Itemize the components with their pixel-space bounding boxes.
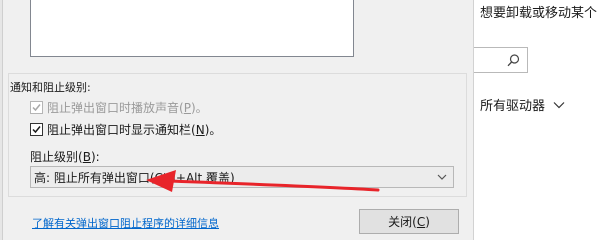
chevron-down-icon bbox=[553, 101, 565, 108]
show-bar-checkbox[interactable] bbox=[30, 122, 43, 136]
search-box[interactable] bbox=[474, 47, 528, 73]
block-level-label: 阻止级别(B): bbox=[30, 150, 100, 164]
dialog-edge bbox=[0, 0, 3, 240]
show-bar-option[interactable]: 阻止弹出窗口时显示通知栏(N)。 bbox=[30, 121, 221, 137]
search-icon[interactable] bbox=[507, 54, 520, 67]
drive-filter-dropdown[interactable]: 所有驱动器 bbox=[480, 95, 565, 114]
chevron-down-icon bbox=[437, 174, 447, 180]
block-level-value: 高: 阻止所有弹出窗口(Ctrl+Alt 覆盖) bbox=[34, 170, 235, 185]
block-level-select[interactable]: 高: 阻止所有弹出窗口(Ctrl+Alt 覆盖) bbox=[30, 166, 454, 188]
play-sound-checkbox[interactable] bbox=[30, 100, 43, 114]
notification-group-label: 通知和阻止级别: bbox=[10, 81, 91, 94]
check-icon bbox=[32, 125, 41, 133]
play-sound-option[interactable]: 阻止弹出窗口时播放声音(P)。 bbox=[30, 99, 208, 115]
show-bar-label: 阻止弹出窗口时显示通知栏(N)。 bbox=[47, 122, 222, 137]
check-icon bbox=[32, 103, 41, 111]
exceptions-list[interactable] bbox=[30, 0, 354, 57]
learn-more-link[interactable]: 了解有关弹出窗口阻止程序的详细信息 bbox=[32, 215, 219, 231]
play-sound-label: 阻止弹出窗口时播放声音(P)。 bbox=[47, 100, 208, 115]
close-button[interactable]: 关闭(C) bbox=[359, 209, 459, 234]
settings-heading: 想要卸载或移动某个 bbox=[480, 6, 598, 21]
drive-filter-label: 所有驱动器 bbox=[480, 99, 546, 114]
popup-blocker-dialog: 通知和阻止级别: 阻止弹出窗口时播放声音(P)。 阻止弹出窗口时显示通知栏(N)… bbox=[0, 0, 474, 240]
